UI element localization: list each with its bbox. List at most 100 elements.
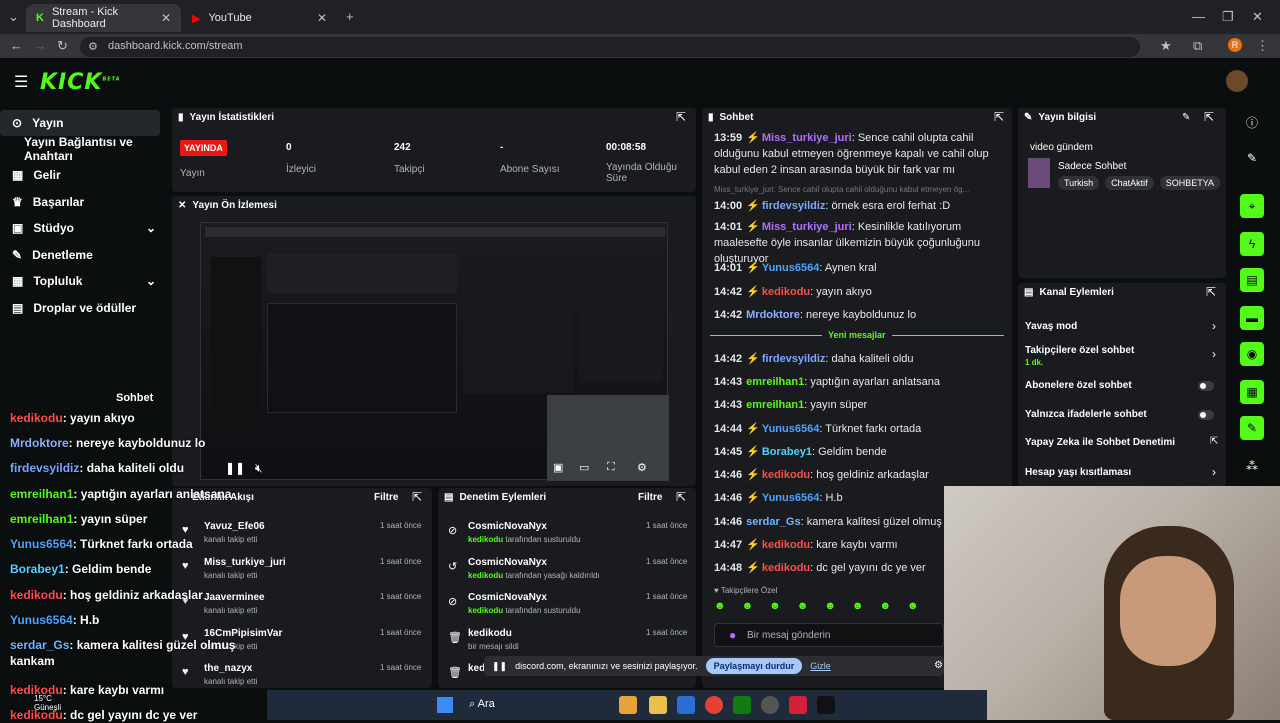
external-link-icon[interactable]: ⇱ — [1210, 436, 1218, 447]
store-icon[interactable] — [677, 696, 695, 714]
close-icon[interactable]: ✕ — [161, 11, 171, 25]
emote-icon[interactable]: ☻ — [852, 600, 864, 616]
tab-youtube[interactable]: ▶ YouTube ✕ — [182, 4, 337, 32]
popout-icon[interactable]: ⇱ — [412, 490, 422, 504]
tab-kick-dashboard[interactable]: K Stream - Kick Dashboard ✕ — [26, 4, 181, 32]
kick-logo[interactable]: KICKBETA — [40, 70, 121, 95]
file-explorer-icon[interactable] — [619, 696, 637, 714]
filter-button[interactable]: Filtre — [638, 492, 662, 503]
tag[interactable]: ChatAktif — [1105, 176, 1154, 190]
back-icon[interactable]: ← — [10, 38, 23, 53]
moderation-row[interactable]: ⊘ CosmicNovaNyx kedikodu tarafından sustur… — [446, 591, 692, 621]
popout-icon[interactable]: ⇱ — [994, 110, 1004, 124]
user-avatar[interactable] — [1226, 70, 1248, 92]
steam-icon[interactable] — [761, 696, 779, 714]
theater-icon[interactable]: ▭ — [579, 461, 589, 474]
window-close-icon[interactable]: ✕ — [1252, 9, 1263, 25]
hide-button[interactable]: Gizle — [810, 661, 831, 671]
taskbar-search[interactable]: ⌕ Ara — [469, 698, 495, 711]
new-tab-icon[interactable]: + — [346, 9, 354, 24]
moderation-row[interactable]: 🗑︎ kedikodu bir mesajı sildi 1 saat önce — [446, 627, 692, 657]
chrome-menu-icon[interactable]: ⋮ — [1256, 38, 1269, 54]
site-info-icon[interactable]: ⚙ — [88, 40, 98, 53]
chat-message: 14:43 emreilhan1: yayın süper — [714, 399, 868, 411]
maximize-icon[interactable]: ❐ — [1222, 9, 1234, 25]
pip-icon[interactable]: ▣ — [553, 461, 563, 474]
popout-icon[interactable]: ⇱ — [1204, 110, 1214, 124]
hamburger-menu-icon[interactable]: ☰ — [14, 72, 28, 92]
emote-icon[interactable]: ☻ — [824, 600, 836, 616]
mod-badge-icon: ⚡ — [746, 262, 760, 274]
emote-only-toggle[interactable] — [1198, 410, 1214, 420]
moderation-row[interactable]: ⊘ CosmicNovaNyx kedikodu tarafından sustur… — [446, 520, 692, 550]
tab-list-icon[interactable]: ⌄ — [8, 9, 19, 25]
chat-input[interactable]: ● Bir mesaj gönderin — [714, 623, 944, 647]
emote-icon[interactable]: ☻ — [879, 600, 891, 616]
obs-icon[interactable] — [817, 696, 835, 714]
tag[interactable]: Turkish — [1058, 176, 1100, 190]
profile-avatar[interactable]: R — [1228, 38, 1242, 52]
sidebar-item-basarilar[interactable]: ♛ Başarılar — [0, 189, 170, 215]
sidebar-item-droplar[interactable]: ▤ Droplar ve ödüller — [0, 295, 170, 321]
popout-icon[interactable]: ⇱ — [676, 490, 686, 504]
chevron-right-icon[interactable]: › — [1212, 319, 1216, 333]
mic-icon[interactable]: ● — [729, 628, 736, 642]
filter-button[interactable]: Filtre — [374, 492, 398, 503]
fullscreen-icon[interactable]: ⛶ — [607, 461, 615, 474]
emote-icon[interactable]: ☻ — [907, 600, 919, 616]
close-icon[interactable]: ✕ — [317, 11, 327, 25]
stream-preview-video[interactable]: ❚❚ 🔇︎ ▣ ▭ ⛶ ⚙ — [200, 222, 669, 481]
bolt-icon[interactable]: ϟ — [1240, 232, 1264, 256]
minimize-icon[interactable]: — — [1192, 9, 1205, 24]
activity-row[interactable]: ♥ Yavuz_Efe06 kanalı takip etti 1 saat önce — [180, 520, 426, 550]
stream-info-panel: ✎ Yayın bilgisi ✎ ⇱ video gündem Sadece S… — [1018, 108, 1226, 278]
activity-row[interactable]: ♥ Jaaverminee kanalı takip etti 1 saat önce — [180, 591, 426, 621]
edit-icon[interactable]: ✎ — [1182, 112, 1190, 123]
broadcast-icon[interactable]: ◉ — [1240, 342, 1264, 366]
pencil-icon[interactable]: ✎ — [1240, 146, 1264, 170]
chevron-right-icon[interactable]: › — [1212, 347, 1216, 361]
wrench-icon[interactable]: ✎ — [1240, 416, 1264, 440]
url-field[interactable]: ⚙ dashboard.kick.com/stream — [80, 37, 1140, 57]
sidebar-item-denetleme[interactable]: ✎ Denetleme — [0, 242, 170, 268]
forward-icon[interactable]: → — [34, 38, 47, 53]
sidebar-item-topluluk[interactable]: ▦ Topluluk ⌄ — [0, 268, 170, 294]
crosshair-icon[interactable]: ⌖ — [1240, 194, 1264, 218]
stop-sharing-button[interactable]: Paylaşmayı durdur — [705, 658, 803, 674]
tag[interactable]: SOHBETYA — [1159, 176, 1221, 190]
moderation-row[interactable]: ↺ CosmicNovaNyx kedikodu tarafından yasağı… — [446, 556, 692, 586]
info-icon[interactable]: ⓘ — [1240, 110, 1264, 134]
popout-icon[interactable]: ⇱ — [676, 110, 686, 124]
settings-gear-icon[interactable]: ⚙ — [934, 660, 943, 671]
settings-gear-icon[interactable]: ⚙ — [637, 461, 647, 474]
bookmark-star-icon[interactable]: ★ — [1160, 38, 1172, 54]
sidebar-item-gelir[interactable]: ▦ Gelir — [0, 162, 170, 188]
windows-start-icon[interactable] — [437, 697, 453, 713]
xbox-icon[interactable] — [733, 696, 751, 714]
weather-widget[interactable]: 15°C Güneşli — [34, 694, 61, 712]
nodes-icon[interactable]: ⁂ — [1240, 454, 1264, 478]
popout-icon[interactable]: ⇱ — [1206, 285, 1216, 299]
chat-username: Miss_turkiye_juri — [761, 221, 852, 233]
emote-icon[interactable]: ☻ — [714, 600, 726, 616]
pause-icon[interactable]: ❚❚ — [225, 461, 245, 475]
reload-icon[interactable]: ↻ — [57, 38, 68, 54]
tags: Turkish ChatAktif SOHBETYA — [1058, 176, 1221, 190]
emote-icon[interactable]: ☻ — [742, 600, 754, 616]
chevron-right-icon[interactable]: › — [1212, 465, 1216, 479]
activity-row[interactable]: ♥ Miss_turkiye_juri kanalı takip etti 1 saa… — [180, 556, 426, 586]
layout-icon[interactable]: ▦ — [1240, 380, 1264, 404]
extensions-icon[interactable]: ⧉ — [1193, 38, 1202, 54]
chat-bubble-icon[interactable]: ▬ — [1240, 306, 1264, 330]
emote-icon[interactable]: ☻ — [769, 600, 781, 616]
app-icon[interactable] — [789, 696, 807, 714]
subscribers-only-toggle[interactable] — [1198, 381, 1214, 391]
mute-icon[interactable]: 🔇︎ — [255, 461, 263, 476]
sidebar-item-stream-key[interactable]: Yayın Bağlantısı ve Anahtarı — [0, 135, 170, 163]
document-icon[interactable]: ▤ — [1240, 268, 1264, 292]
sidebar-item-studyo[interactable]: ▣ Stüdyo ⌄ — [0, 215, 170, 241]
emote-icon[interactable]: ☻ — [797, 600, 809, 616]
sidebar-item-yayin[interactable]: ⊙ Yayın — [0, 110, 160, 136]
chrome-taskbar-icon[interactable] — [705, 696, 723, 714]
folder-icon[interactable] — [649, 696, 667, 714]
